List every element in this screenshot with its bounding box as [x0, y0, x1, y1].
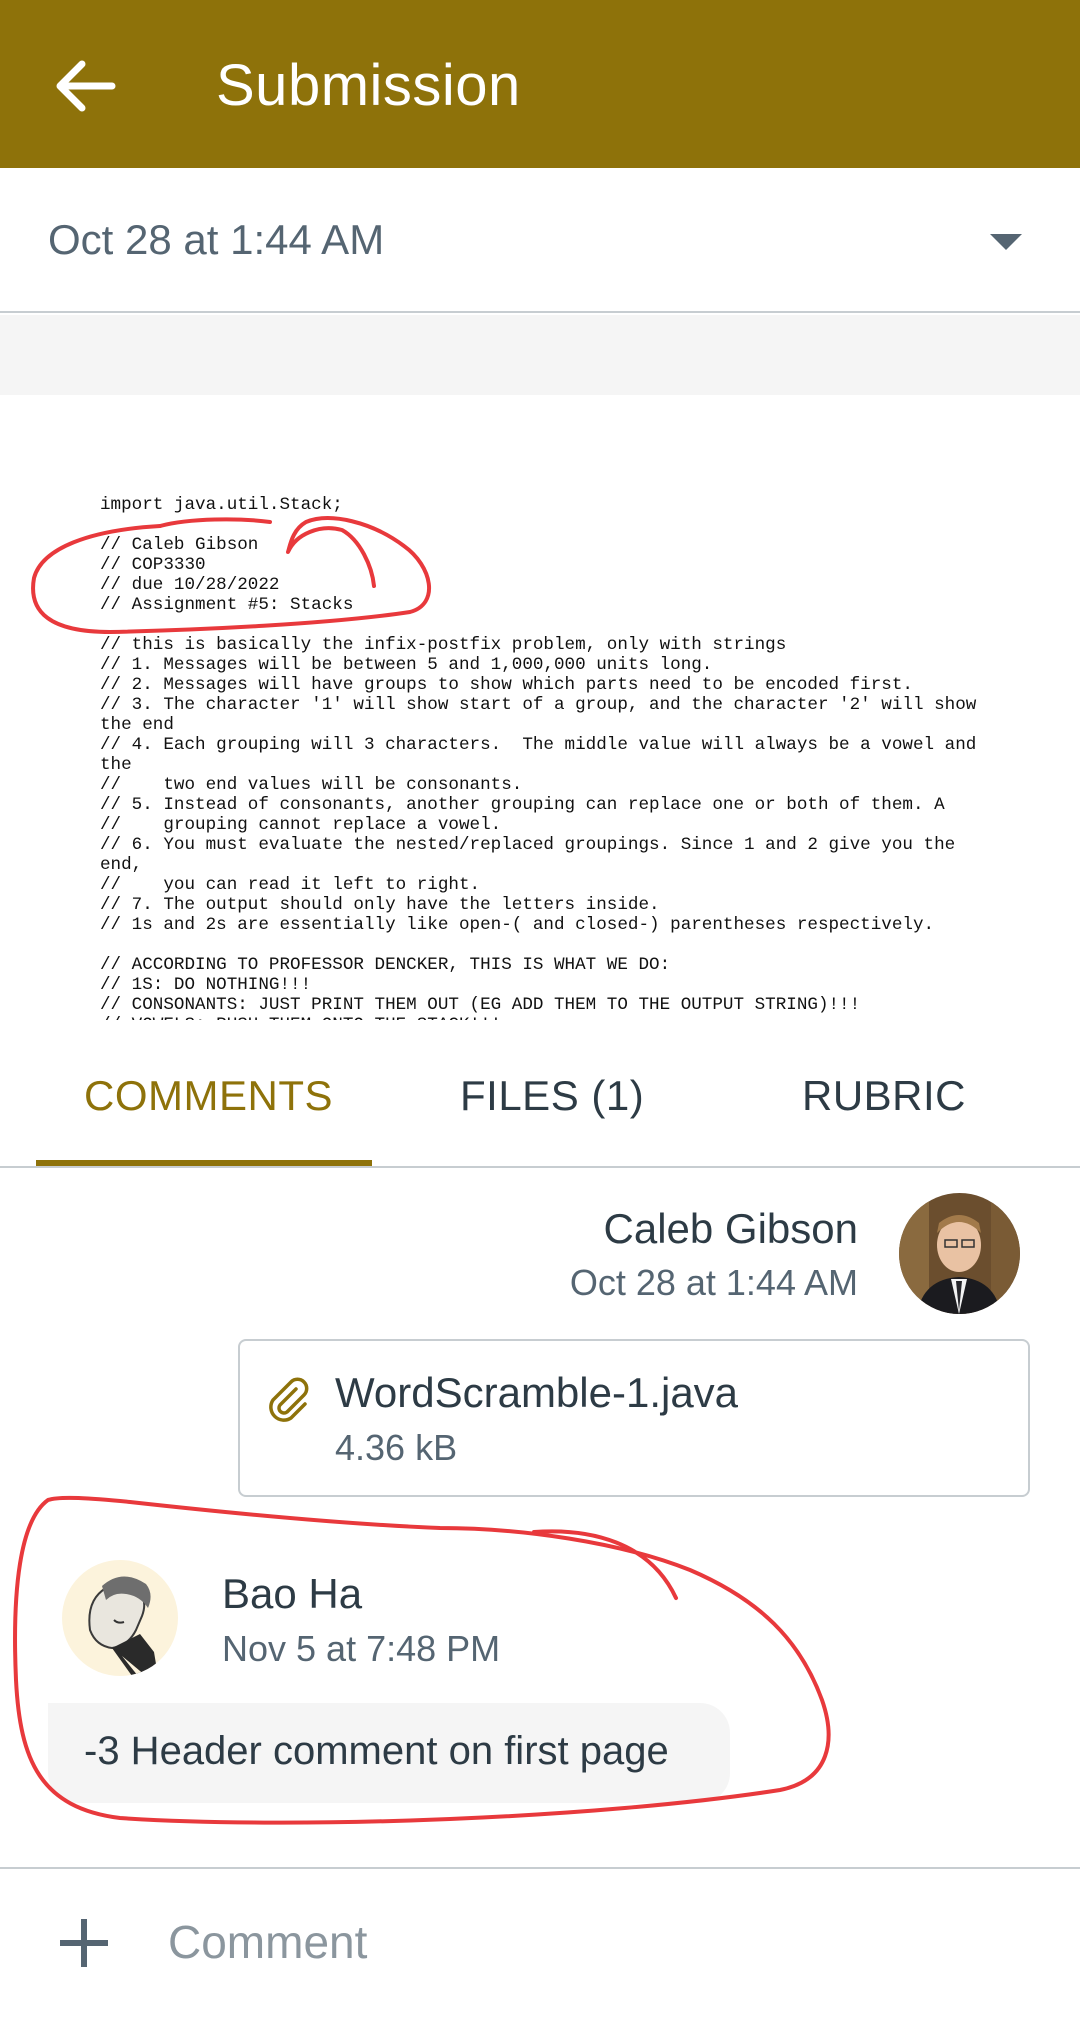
comment-bubble: -3 Header comment on first page [48, 1703, 730, 1803]
code-line: // 5. Instead of consonants, another gro… [100, 795, 945, 815]
avatar[interactable] [62, 1560, 178, 1676]
grader-comment-date: Nov 5 at 7:48 PM [222, 1628, 501, 1669]
code-line: // 4. Each grouping will 3 characters. T… [100, 735, 977, 755]
code-line: // Assignment #5: Stacks [100, 595, 354, 615]
app-bar: Submission [0, 0, 1080, 168]
attachment-name: WordScramble-1.java [335, 1369, 739, 1416]
plus-icon[interactable] [60, 1919, 108, 1967]
comment-text: -3 Header comment on first page [84, 1729, 669, 1773]
code-line: // 1s and 2s are essentially like open-(… [100, 915, 935, 935]
code-line: import java.util.Stack; [100, 495, 343, 515]
active-tab-indicator [36, 1160, 372, 1166]
student-comment-date: Oct 28 at 1:44 AM [569, 1262, 858, 1303]
comment-composer [0, 1867, 1080, 2020]
code-line: // this is basically the infix-postfix p… [100, 635, 787, 655]
tab-files[interactable]: FILES (1) [460, 1072, 644, 1120]
arrow-left-icon [56, 60, 116, 112]
code-line: // COP3330 [100, 555, 206, 575]
code-line: // due 10/28/2022 [100, 575, 280, 595]
code-line: // two end values will be consonants. [100, 775, 523, 795]
comment-annotation-tail [532, 1529, 678, 1600]
code-line: // 1S: DO NOTHING!!! [100, 975, 312, 995]
tab-bar: COMMENTS FILES (1) RUBRIC [0, 1022, 1080, 1168]
code-line: // 1. Messages will be between 5 and 1,0… [100, 655, 713, 675]
back-button[interactable] [52, 58, 116, 114]
code-line: // 3. The character '1' will show start … [100, 695, 977, 715]
code-line: // ACCORDING TO PROFESSOR DENCKER, THIS … [100, 955, 671, 975]
paperclip-icon [269, 1377, 309, 1422]
code-line: // Caleb Gibson [100, 535, 259, 555]
code-text: import java.util.Stack; // Caleb Gibson /… [100, 495, 1000, 1020]
code-line: // 2. Messages will have groups to show … [100, 675, 913, 695]
attempt-date: Oct 28 at 1:44 AM [48, 216, 385, 263]
code-line: // CONSONANTS: JUST PRINT THEM OUT (EG A… [100, 995, 861, 1015]
attachment-size: 4.36 kB [335, 1427, 458, 1468]
code-line: // grouping cannot replace a vowel. [100, 815, 502, 835]
code-line: the [100, 755, 132, 775]
attachment-card[interactable]: WordScramble-1.java 4.36 kB [238, 1339, 1030, 1497]
code-line: // 7. The output should only have the le… [100, 895, 660, 915]
student-name: Caleb Gibson [603, 1205, 858, 1252]
code-line: end, [100, 855, 143, 875]
comment-input[interactable] [168, 1907, 1028, 1977]
tab-comments[interactable]: COMMENTS [84, 1072, 333, 1120]
code-line: // you can read it left to right. [100, 875, 481, 895]
preview-toolbar-band [0, 315, 1080, 395]
avatar[interactable] [899, 1193, 1020, 1314]
code-line: the end [100, 715, 174, 735]
caret-down-icon [990, 234, 1022, 250]
page-title: Submission [216, 53, 521, 118]
submission-preview[interactable]: import java.util.Stack; // Caleb Gibson /… [0, 395, 1080, 1020]
attempt-selector[interactable]: Oct 28 at 1:44 AM [0, 168, 1080, 313]
grader-name: Bao Ha [222, 1570, 363, 1617]
tab-rubric[interactable]: RUBRIC [802, 1072, 966, 1120]
code-line: // 6. You must evaluate the nested/repla… [100, 835, 956, 855]
code-line: // VOWELS: PUSH THEM ONTO THE STACK!!! [100, 1015, 1000, 1020]
